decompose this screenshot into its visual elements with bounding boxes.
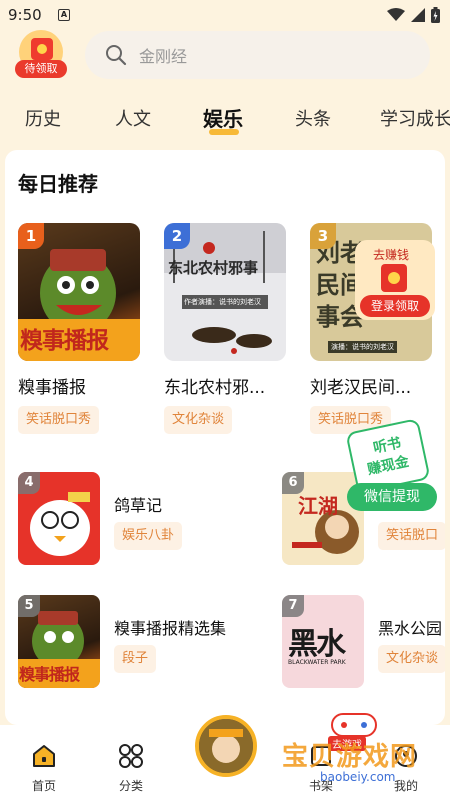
book-tag-7[interactable]: 文化杂谈 [378,645,445,673]
cover-subtitle-2: 作者演播：说书的刘老汉 [184,298,261,306]
rank-badge-7: 7 [282,595,304,617]
rank-badge-3: 3 [310,223,336,249]
gamepad-icon [331,713,377,737]
wechat-withdraw-button[interactable]: 微信提现 [347,483,437,511]
tab-entertainment-label: 娱乐 [203,107,243,131]
listen-earn-float[interactable]: 听书 赚现金 微信提现 [345,417,440,515]
promo1-top-label: 去赚钱 [373,248,410,262]
tab-entertainment[interactable]: 娱乐 [203,103,243,135]
pending-reward-badge[interactable]: 待领取 [15,30,67,78]
cover-title-2: 东北农村邪事 [168,259,259,277]
now-playing-button[interactable] [195,715,257,777]
book-title-3: 刘老汉民间... [310,378,412,398]
cover-subtitle-7: BLACKWATER PARK [288,659,346,666]
battery-icon [431,7,440,23]
pending-reward-label: 待领取 [15,60,67,78]
tab-history[interactable]: 历史 [25,105,61,131]
earn-money-float[interactable]: 去赚钱 登录领取 [355,240,435,320]
search-bar[interactable]: 金刚经 [85,31,430,79]
cover-title-7: 黑水 [288,627,346,662]
cover-title-5: 糗事播报 [19,665,80,684]
rank-badge-4: 4 [18,472,40,494]
book-tag-1[interactable]: 笑话脱口秀 [18,406,100,434]
wifi-icon [387,8,405,21]
watermark-url: baobeiy.com [320,770,396,784]
search-placeholder: 金刚经 [139,47,188,66]
status-time: 9:50 [8,6,42,24]
rank-badge-6: 6 [282,472,304,494]
notification-a-icon: A [58,9,70,21]
rank-badge-2: 2 [164,223,190,249]
system-icons [387,7,440,23]
book-title-7: 黑水公园 [378,619,443,638]
book-tag-2[interactable]: 文化杂谈 [164,406,233,434]
now-playing-cover-icon [199,719,253,773]
tab-headlines[interactable]: 头条 [295,105,331,131]
nav-category-label: 分类 [118,779,143,793]
site-watermark: 去游戏 宝贝游戏网 baobeiy.com [278,708,450,793]
tab-culture[interactable]: 人文 [115,105,151,131]
category-icon [119,744,143,768]
cover-title-6: 江湖 [298,494,338,518]
nav-home-label: 首页 [31,779,56,793]
watermark-brand: 宝贝游戏网 [282,742,418,772]
coin-icon [388,272,400,284]
status-bar: 9:50 A [0,0,450,30]
category-tabs: 历史 人文 娱乐 头条 学习成长 [0,95,450,139]
promo1-bottom-label: 登录领取 [360,295,430,317]
tab-learning[interactable]: 学习成长 [380,105,450,131]
search-icon [106,45,127,66]
book-tag-5[interactable]: 段子 [114,645,157,673]
cover-subtitle-3: 演播：说书的刘老汉 [328,341,397,353]
nav-category[interactable]: 分类 [101,743,161,794]
section-title: 每日推荐 [18,172,98,196]
book-title-1: 糗事播报 [18,378,86,398]
rank-badge-1: 1 [18,223,44,249]
rank-badge-5: 5 [18,595,40,617]
book-tag-4[interactable]: 娱乐八卦 [114,522,183,550]
book-title-5: 糗事播报精选集 [114,619,227,638]
cover-title-1: 糗事播报 [20,328,109,354]
coin-icon [37,44,47,54]
signal-icon [411,8,425,22]
book-title-2: 东北农村邪... [164,378,266,398]
home-icon [33,745,55,767]
book-title-4: 鸽草记 [114,496,163,515]
nav-home[interactable]: 首页 [14,743,74,794]
book-tag-6[interactable]: 笑话脱口 [378,522,445,550]
